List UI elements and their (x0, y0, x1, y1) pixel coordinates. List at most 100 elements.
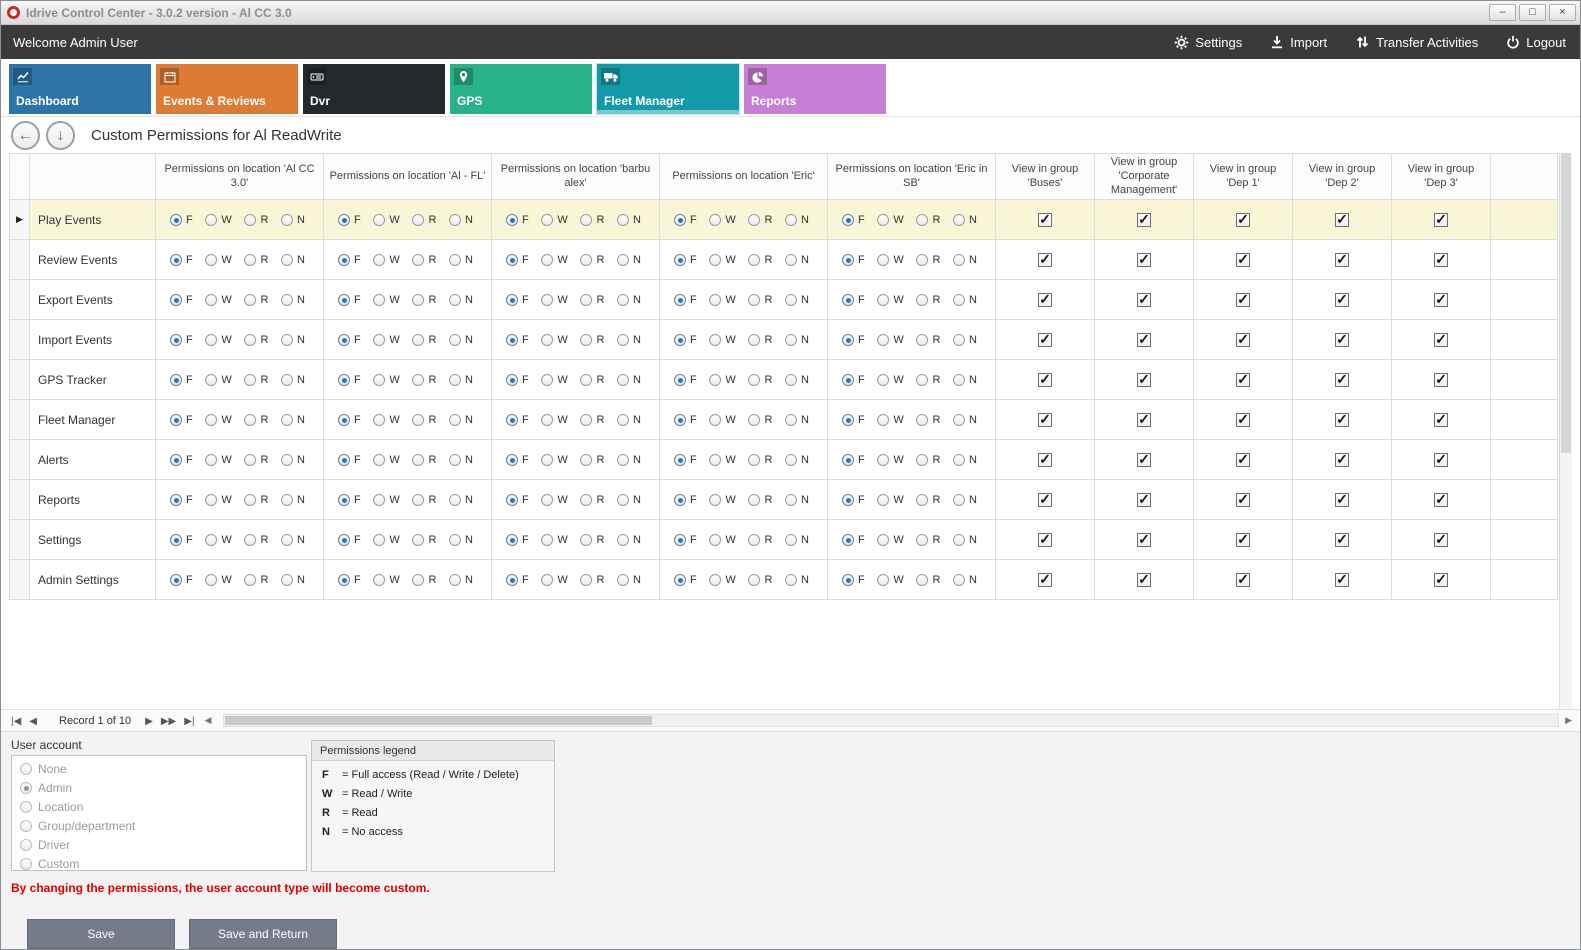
radio-option-R[interactable]: R (580, 494, 604, 506)
radio-option-W[interactable]: W (373, 294, 399, 306)
user-account-option-location[interactable]: Location (20, 800, 298, 814)
radio-option-W[interactable]: W (373, 214, 399, 226)
radio-option-W[interactable]: W (709, 374, 735, 386)
radio-option-F[interactable]: F (170, 334, 193, 346)
group-checkbox[interactable]: ✓ (1137, 333, 1151, 347)
radio-option-R[interactable]: R (580, 334, 604, 346)
group-checkbox[interactable]: ✓ (1236, 293, 1250, 307)
close-button[interactable]: × (1549, 4, 1576, 21)
radio-option-W[interactable]: W (373, 574, 399, 586)
radio-option-F[interactable]: F (338, 414, 361, 426)
logout-action[interactable]: Logout (1506, 35, 1566, 50)
radio-option-R[interactable]: R (412, 494, 436, 506)
radio-option-F[interactable]: F (338, 294, 361, 306)
radio-option-N[interactable]: N (617, 574, 641, 586)
radio-option-F[interactable]: F (506, 374, 529, 386)
radio-option-R[interactable]: R (412, 454, 436, 466)
group-checkbox[interactable]: ✓ (1137, 533, 1151, 547)
group-checkbox[interactable]: ✓ (1434, 213, 1448, 227)
radio-option-R[interactable]: R (916, 214, 940, 226)
radio-option-F[interactable]: F (506, 534, 529, 546)
radio-option-N[interactable]: N (953, 334, 977, 346)
radio-option-F[interactable]: F (338, 494, 361, 506)
transfer-activities-action[interactable]: Transfer Activities (1355, 35, 1478, 50)
radio-option-N[interactable]: N (953, 574, 977, 586)
radio-option-F[interactable]: F (170, 254, 193, 266)
user-account-option-custom[interactable]: Custom (20, 857, 298, 871)
radio-option-F[interactable]: F (506, 294, 529, 306)
radio-option-F[interactable]: F (338, 534, 361, 546)
radio-option-N[interactable]: N (281, 374, 305, 386)
group-checkbox[interactable]: ✓ (1335, 333, 1349, 347)
radio-option-R[interactable]: R (244, 534, 268, 546)
radio-option-N[interactable]: N (449, 254, 473, 266)
radio-option-F[interactable]: F (170, 294, 193, 306)
nav-next-button[interactable]: ▶ (145, 716, 153, 727)
radio-option-W[interactable]: W (373, 414, 399, 426)
group-checkbox[interactable]: ✓ (1137, 293, 1151, 307)
radio-option-N[interactable]: N (785, 534, 809, 546)
radio-option-R[interactable]: R (748, 494, 772, 506)
radio-option-W[interactable]: W (205, 574, 231, 586)
radio-option-R[interactable]: R (244, 334, 268, 346)
group-checkbox[interactable]: ✓ (1236, 533, 1250, 547)
radio-option-N[interactable]: N (617, 254, 641, 266)
radio-option-F[interactable]: F (674, 214, 697, 226)
radio-option-F[interactable]: F (170, 214, 193, 226)
radio-option-W[interactable]: W (709, 574, 735, 586)
group-checkbox[interactable]: ✓ (1335, 253, 1349, 267)
radio-option-W[interactable]: W (541, 574, 567, 586)
radio-option-N[interactable]: N (953, 214, 977, 226)
radio-option-N[interactable]: N (617, 414, 641, 426)
group-checkbox[interactable]: ✓ (1038, 213, 1052, 227)
radio-option-W[interactable]: W (709, 454, 735, 466)
hscroll-right-arrow-icon[interactable]: ▶ (1565, 715, 1572, 726)
radio-option-N[interactable]: N (785, 374, 809, 386)
radio-option-R[interactable]: R (580, 214, 604, 226)
radio-option-F[interactable]: F (338, 334, 361, 346)
radio-option-F[interactable]: F (506, 414, 529, 426)
radio-option-F[interactable]: F (674, 254, 697, 266)
group-checkbox[interactable]: ✓ (1236, 373, 1250, 387)
radio-option-F[interactable]: F (506, 574, 529, 586)
radio-option-W[interactable]: W (877, 454, 903, 466)
group-checkbox[interactable]: ✓ (1434, 293, 1448, 307)
radio-option-W[interactable]: W (709, 294, 735, 306)
radio-option-N[interactable]: N (617, 294, 641, 306)
radio-option-R[interactable]: R (748, 574, 772, 586)
radio-option-W[interactable]: W (541, 494, 567, 506)
radio-option-W[interactable]: W (205, 294, 231, 306)
radio-option-W[interactable]: W (877, 294, 903, 306)
radio-option-N[interactable]: N (449, 374, 473, 386)
radio-option-N[interactable]: N (449, 414, 473, 426)
radio-option-W[interactable]: W (877, 494, 903, 506)
back-button[interactable]: ← (11, 121, 40, 150)
group-checkbox[interactable]: ✓ (1434, 373, 1448, 387)
radio-option-W[interactable]: W (709, 254, 735, 266)
radio-option-W[interactable]: W (205, 254, 231, 266)
group-checkbox[interactable]: ✓ (1434, 533, 1448, 547)
radio-option-W[interactable]: W (541, 374, 567, 386)
radio-option-W[interactable]: W (205, 374, 231, 386)
radio-option-F[interactable]: F (506, 334, 529, 346)
radio-option-R[interactable]: R (244, 414, 268, 426)
radio-option-N[interactable]: N (281, 294, 305, 306)
radio-option-R[interactable]: R (580, 574, 604, 586)
vertical-scrollbar[interactable] (1559, 153, 1572, 709)
radio-option-R[interactable]: R (580, 534, 604, 546)
group-checkbox[interactable]: ✓ (1038, 453, 1052, 467)
radio-option-F[interactable]: F (170, 454, 193, 466)
radio-option-N[interactable]: N (617, 454, 641, 466)
radio-option-R[interactable]: R (244, 454, 268, 466)
group-checkbox[interactable]: ✓ (1137, 253, 1151, 267)
radio-option-W[interactable]: W (709, 214, 735, 226)
radio-option-W[interactable]: W (541, 334, 567, 346)
radio-option-R[interactable]: R (580, 294, 604, 306)
radio-option-R[interactable]: R (244, 214, 268, 226)
radio-option-R[interactable]: R (412, 374, 436, 386)
radio-option-R[interactable]: R (580, 454, 604, 466)
group-checkbox[interactable]: ✓ (1236, 453, 1250, 467)
radio-option-F[interactable]: F (842, 214, 865, 226)
radio-option-W[interactable]: W (709, 534, 735, 546)
group-checkbox[interactable]: ✓ (1038, 413, 1052, 427)
